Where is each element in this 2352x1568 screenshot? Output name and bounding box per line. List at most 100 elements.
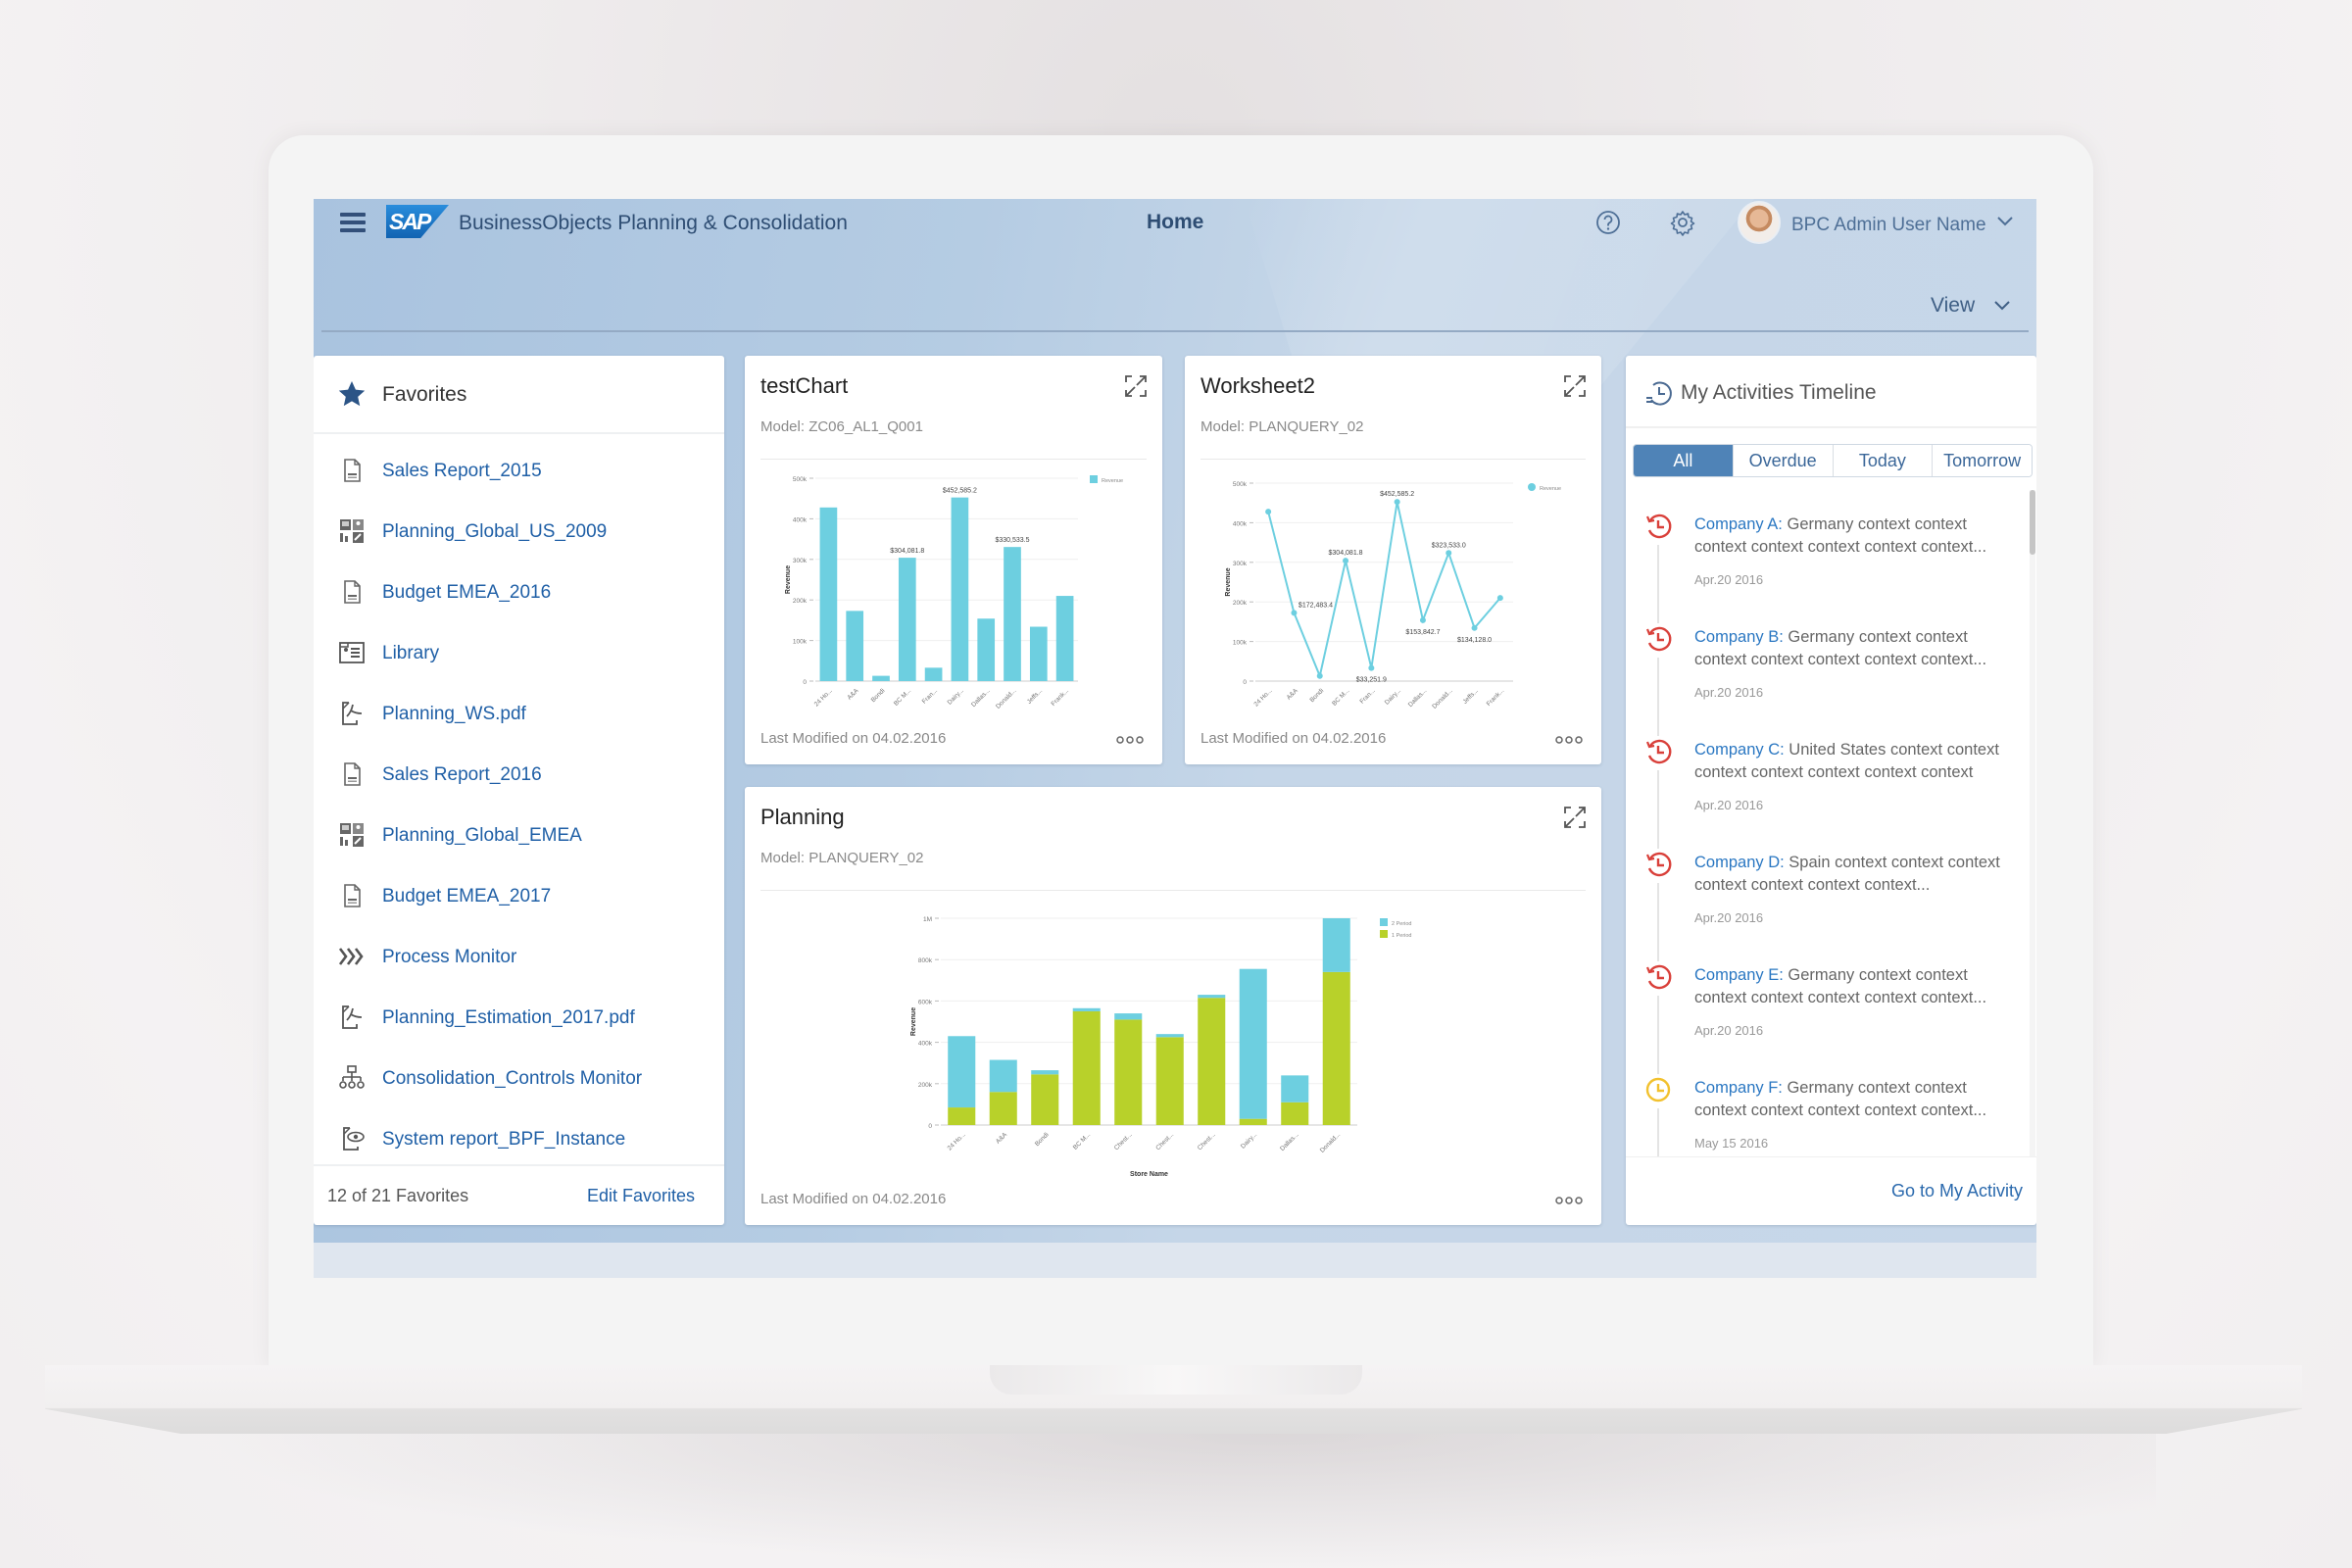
activity-item[interactable]: Company E: Germany context context conte… xyxy=(1626,941,2030,1074)
favorite-item[interactable]: Consolidation_Controls Monitor xyxy=(314,1048,724,1108)
favorite-item-label[interactable]: Consolidation_Controls Monitor xyxy=(382,1068,642,1090)
help-icon[interactable] xyxy=(1593,208,1623,237)
favorites-panel: Favorites Sales Report_2015 Planning_Glo… xyxy=(314,356,724,1225)
data-label: $452,585.2 xyxy=(1380,491,1414,498)
bar-segment xyxy=(948,1036,976,1108)
bar-segment xyxy=(1281,1075,1309,1102)
bar-segment xyxy=(1072,1007,1101,1011)
x-tick-label: Jeffs... xyxy=(1462,687,1481,706)
chevron-down-icon[interactable] xyxy=(1995,211,2015,230)
data-label: $304,081.8 xyxy=(1329,550,1363,557)
favorite-item-label[interactable]: Planning_Global_US_2009 xyxy=(382,521,607,543)
x-tick-label: BC M... xyxy=(1331,687,1350,707)
favorites-footer: 12 of 21 Favorites Edit Favorites xyxy=(314,1164,724,1225)
favorite-item[interactable]: Planning_Estimation_2017.pdf xyxy=(314,987,724,1048)
bar-segment xyxy=(1239,968,1267,1119)
settings-gear-icon[interactable] xyxy=(1668,208,1697,237)
x-tick-label: Chest... xyxy=(1154,1131,1175,1152)
tile-worksheet2[interactable]: Worksheet2 Model: PLANQUERY_02 0 100k 200k… xyxy=(1185,356,1601,764)
company-link[interactable]: Company A: xyxy=(1694,515,1783,533)
edit-favorites-link[interactable]: Edit Favorites xyxy=(587,1186,695,1206)
more-options-icon[interactable] xyxy=(1115,735,1145,745)
user-name[interactable]: BPC Admin User Name xyxy=(1791,215,1986,236)
activity-date: Apr.20 2016 xyxy=(1694,572,1764,587)
clock-icon xyxy=(1643,1075,1673,1104)
tile-planning[interactable]: Planning Model: PLANQUERY_02 0 200k 400k 60… xyxy=(745,787,1601,1225)
favorite-item[interactable]: Library xyxy=(314,622,724,683)
filter-overdue[interactable]: Overdue xyxy=(1732,445,1833,476)
favorite-item-label[interactable]: Sales Report_2015 xyxy=(382,461,542,482)
data-point xyxy=(1368,664,1375,671)
tile-divider xyxy=(1200,459,1586,460)
company-link[interactable]: Company C: xyxy=(1694,741,1785,759)
menu-icon[interactable] xyxy=(340,213,366,234)
activity-item[interactable]: Company C: United States context context… xyxy=(1626,715,2030,849)
company-link[interactable]: Company D: xyxy=(1694,854,1785,871)
more-options-icon[interactable] xyxy=(1554,1196,1584,1205)
company-link[interactable]: Company F: xyxy=(1694,1079,1783,1097)
bar-segment xyxy=(1198,998,1226,1125)
activities-list: Company A: Germany context context conte… xyxy=(1626,490,2030,1156)
expand-icon[interactable] xyxy=(1562,373,1588,399)
app-screen: SAP BusinessObjects Planning & Consolida… xyxy=(314,199,2036,1278)
data-point xyxy=(1419,616,1426,623)
x-tick-label: Donald... xyxy=(995,687,1017,710)
favorite-item-label[interactable]: Planning_Estimation_2017.pdf xyxy=(382,1007,635,1029)
tile-divider xyxy=(760,459,1147,460)
scrollbar-thumb[interactable] xyxy=(2030,490,2035,555)
filter-tomorrow[interactable]: Tomorrow xyxy=(1932,445,2032,476)
chevron-down-icon[interactable] xyxy=(1992,295,2012,315)
favorite-item-label[interactable]: System report_BPF_Instance xyxy=(382,1129,625,1151)
favorite-item-label[interactable]: Process Monitor xyxy=(382,947,516,968)
favorite-item-label[interactable]: Library xyxy=(382,643,439,664)
activity-text: Company C: United States context context… xyxy=(1694,739,2018,784)
activity-item[interactable]: Company A: Germany context context conte… xyxy=(1626,490,2030,623)
bar xyxy=(977,618,996,681)
activities-panel: My Activities Timeline All Overdue Today To… xyxy=(1626,356,2036,1225)
data-label: $304,081.8 xyxy=(890,548,924,555)
x-tick-label: Frank... xyxy=(1050,687,1070,708)
favorite-item-label[interactable]: Planning_Global_EMEA xyxy=(382,825,582,847)
favorite-item[interactable]: Sales Report_2016 xyxy=(314,744,724,805)
expand-icon[interactable] xyxy=(1123,373,1149,399)
bar xyxy=(846,611,864,681)
go-to-my-activity-link[interactable]: Go to My Activity xyxy=(1891,1181,2023,1201)
favorite-item-label[interactable]: Sales Report_2016 xyxy=(382,764,542,786)
favorite-item[interactable]: Planning_WS.pdf xyxy=(314,683,724,744)
favorite-item[interactable]: Process Monitor xyxy=(314,926,724,987)
activity-item[interactable]: Company D: Spain context context context… xyxy=(1626,828,2030,961)
bar-segment xyxy=(1281,1102,1309,1125)
activities-header: My Activities Timeline xyxy=(1626,356,2036,428)
favorite-item[interactable]: Budget EMEA_2017 xyxy=(314,865,724,926)
data-point xyxy=(1446,550,1452,557)
testchart-bar-chart: 0100k200k300k400k500kRevenueStore Name24… xyxy=(785,475,1123,710)
library-icon xyxy=(337,638,367,667)
y-tick-label: 100k xyxy=(793,639,808,646)
favorite-item[interactable]: System report_BPF_Instance xyxy=(314,1108,724,1169)
tile-testchart[interactable]: testChart Model: ZC06_AL1_Q001 0 100k 200k… xyxy=(745,356,1162,764)
favorite-item-label[interactable]: Budget EMEA_2017 xyxy=(382,886,551,907)
x-tick-label: 24 Ho... xyxy=(1253,687,1274,708)
favorite-item[interactable]: Planning_Global_EMEA xyxy=(314,805,724,865)
activity-item[interactable]: Company B: Germany context context conte… xyxy=(1626,603,2030,736)
favorite-item-label[interactable]: Budget EMEA_2016 xyxy=(382,582,551,604)
pdf-icon xyxy=(337,1003,367,1032)
user-avatar[interactable] xyxy=(1738,201,1781,244)
filter-all[interactable]: All xyxy=(1634,445,1733,476)
more-options-icon[interactable] xyxy=(1554,735,1584,745)
favorite-item[interactable]: Sales Report_2015 xyxy=(314,440,724,501)
view-menu-button[interactable]: View xyxy=(1931,294,1975,318)
bar xyxy=(1029,626,1048,681)
company-link[interactable]: Company E: xyxy=(1694,966,1784,984)
legend-label: Revenue xyxy=(1540,486,1561,492)
activity-item[interactable]: Company F: Germany context context conte… xyxy=(1626,1054,2030,1156)
favorite-item[interactable]: Budget EMEA_2016 xyxy=(314,562,724,622)
favorite-item-label[interactable]: Planning_WS.pdf xyxy=(382,704,526,725)
overdue-clock-icon xyxy=(1643,624,1673,654)
x-tick-label: Dairy... xyxy=(1240,1131,1258,1150)
activities-scrollbar[interactable] xyxy=(2030,490,2035,1156)
favorite-item[interactable]: Planning_Global_US_2009 xyxy=(314,501,724,562)
expand-icon[interactable] xyxy=(1562,805,1588,830)
company-link[interactable]: Company B: xyxy=(1694,628,1784,646)
filter-today[interactable]: Today xyxy=(1832,445,1933,476)
